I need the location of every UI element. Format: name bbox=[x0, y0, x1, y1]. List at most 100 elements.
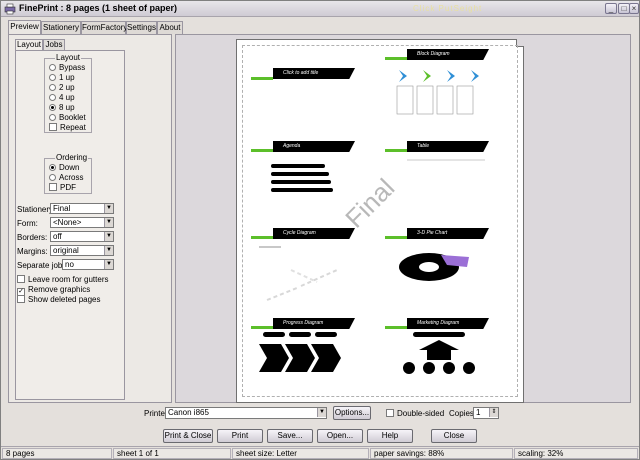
printer-select[interactable]: Canon i865 ▼ bbox=[165, 407, 327, 419]
checkbox-repeat[interactable]: Repeat bbox=[49, 123, 86, 132]
checkbox-gutters-label: Leave room for gutters bbox=[28, 275, 109, 284]
radio-indicator[interactable] bbox=[49, 84, 56, 91]
paper-preview[interactable]: Click to add title Agenda Cycle Diagram … bbox=[236, 39, 524, 403]
settings-panel: Layout Jobs Layout Bypass 1 up 2 up 4 up… bbox=[8, 34, 172, 403]
slide-accent-bar bbox=[251, 77, 273, 80]
open-button[interactable]: Open... bbox=[317, 429, 363, 443]
preview-area[interactable]: Click to add title Agenda Cycle Diagram … bbox=[175, 34, 631, 403]
stationery-select[interactable]: Final ▼ bbox=[50, 203, 114, 214]
radio-down[interactable]: Down bbox=[49, 163, 79, 172]
checkbox-pdf[interactable]: PDF bbox=[49, 183, 76, 192]
borders-select[interactable]: off ▼ bbox=[50, 231, 114, 242]
tab-stationery[interactable]: Stationery bbox=[41, 21, 81, 34]
dropdown-arrow-icon[interactable]: ▼ bbox=[104, 218, 113, 227]
table-graphic bbox=[407, 159, 485, 161]
radio-indicator[interactable] bbox=[49, 64, 56, 71]
radio-indicator[interactable] bbox=[49, 94, 56, 101]
tab-settings[interactable]: Settings bbox=[126, 21, 157, 34]
spinner-arrows-icon[interactable]: ⇕ bbox=[489, 408, 498, 417]
tab-formfactory[interactable]: FormFactory bbox=[81, 21, 127, 34]
ordering-group-label: Ordering bbox=[55, 153, 89, 162]
slide-accent-bar bbox=[251, 236, 273, 239]
radio-indicator[interactable] bbox=[49, 114, 56, 121]
checkbox-box[interactable] bbox=[49, 123, 57, 131]
copies-spinner[interactable]: 1 ⇕ bbox=[473, 407, 499, 419]
checkbox-box[interactable] bbox=[386, 409, 394, 417]
print-button[interactable]: Print bbox=[217, 429, 263, 443]
tab-layout[interactable]: Layout bbox=[15, 39, 43, 50]
checkbox-box[interactable] bbox=[49, 183, 57, 191]
options-button[interactable]: Options... bbox=[333, 406, 371, 420]
help-button[interactable]: Help bbox=[367, 429, 413, 443]
radio-1up-label: 1 up bbox=[59, 73, 75, 82]
print-close-button[interactable]: Print & Close bbox=[163, 429, 213, 443]
dropdown-arrow-icon[interactable]: ▼ bbox=[104, 232, 113, 241]
title-bar[interactable]: FinePrint : 8 pages (1 sheet of paper) C… bbox=[1, 1, 639, 17]
separate-jobs-label: Separate jobs: bbox=[17, 261, 69, 270]
radio-4up[interactable]: 4 up bbox=[49, 93, 75, 102]
radio-bypass[interactable]: Bypass bbox=[49, 63, 85, 72]
copies-value[interactable]: 1 bbox=[476, 408, 480, 417]
checkbox-double-sided[interactable]: Double-sided bbox=[386, 409, 444, 418]
borders-value: off bbox=[53, 232, 62, 241]
radio-4up-label: 4 up bbox=[59, 93, 75, 102]
checkbox-gutters[interactable]: Leave room for gutters bbox=[17, 275, 108, 284]
printer-app-icon[interactable] bbox=[4, 3, 16, 15]
minimize-button[interactable]: _ bbox=[605, 3, 617, 14]
checkbox-deleted-pages-label: Show deleted pages bbox=[28, 295, 101, 304]
form-label: Form: bbox=[17, 219, 38, 228]
separate-jobs-value: no bbox=[65, 260, 74, 269]
separate-jobs-select[interactable]: no ▼ bbox=[62, 259, 114, 270]
radio-indicator-selected[interactable] bbox=[49, 104, 56, 111]
printer-value: Canon i865 bbox=[168, 408, 209, 417]
slide-title-5: Block Diagram bbox=[407, 49, 489, 60]
save-button[interactable]: Save... bbox=[267, 429, 313, 443]
cycle-diagram-graphic bbox=[259, 246, 338, 301]
close-button[interactable]: Close bbox=[431, 429, 477, 443]
radio-booklet[interactable]: Booklet bbox=[49, 113, 86, 122]
margins-select[interactable]: original ▼ bbox=[50, 245, 114, 256]
dropdown-arrow-icon[interactable]: ▼ bbox=[104, 260, 113, 269]
pie-chart-graphic bbox=[399, 253, 469, 281]
slide-title-3: Cycle Diagram bbox=[273, 228, 355, 239]
status-scaling: scaling: 32% bbox=[514, 448, 638, 459]
progress-diagram-graphic bbox=[259, 332, 341, 372]
dropdown-arrow-icon[interactable]: ▼ bbox=[317, 408, 326, 417]
status-bar: 8 pages sheet 1 of 1 sheet size: Letter … bbox=[1, 446, 639, 459]
close-window-button[interactable]: × bbox=[629, 3, 639, 14]
radio-indicator[interactable] bbox=[49, 74, 56, 81]
form-value: <None> bbox=[53, 218, 82, 227]
radio-2up-label: 2 up bbox=[59, 83, 75, 92]
slide-title-2: Agenda bbox=[273, 141, 355, 152]
dropdown-arrow-icon[interactable]: ▼ bbox=[104, 204, 113, 213]
dropdown-arrow-icon[interactable]: ▼ bbox=[104, 246, 113, 255]
status-sheet-size: sheet size: Letter bbox=[232, 448, 369, 459]
checkbox-box[interactable] bbox=[17, 295, 25, 303]
radio-2up[interactable]: 2 up bbox=[49, 83, 75, 92]
radio-across[interactable]: Across bbox=[49, 173, 83, 182]
checkbox-deleted-pages[interactable]: Show deleted pages bbox=[17, 295, 101, 304]
tab-jobs[interactable]: Jobs bbox=[43, 39, 65, 50]
layout-group-label: Layout bbox=[55, 53, 82, 62]
stationery-value: Final bbox=[53, 204, 71, 213]
form-select[interactable]: <None> ▼ bbox=[50, 217, 114, 228]
slide-accent-bar bbox=[251, 326, 273, 329]
radio-indicator-selected[interactable] bbox=[49, 164, 56, 171]
layout-subpanel: Layout Bypass 1 up 2 up 4 up 8 up Bookle… bbox=[15, 50, 125, 400]
tab-about[interactable]: About bbox=[157, 21, 183, 34]
ordering-group: Ordering Down Across PDF bbox=[44, 153, 92, 194]
slide-title-4: Progress Diagram bbox=[273, 318, 355, 329]
slide-accent-bar bbox=[385, 149, 407, 152]
agenda-list-graphic bbox=[271, 164, 333, 192]
margins-value: original bbox=[53, 246, 79, 255]
tab-preview[interactable]: Preview bbox=[8, 20, 41, 34]
radio-8up[interactable]: 8 up bbox=[49, 103, 75, 112]
radio-bypass-label: Bypass bbox=[59, 63, 86, 72]
radio-1up[interactable]: 1 up bbox=[49, 73, 75, 82]
checkbox-remove-graphics-label: Remove graphics bbox=[28, 285, 91, 294]
slide-accent-bar bbox=[385, 326, 407, 329]
radio-indicator[interactable] bbox=[49, 174, 56, 181]
slide-accent-bar bbox=[385, 236, 407, 239]
checkbox-box[interactable] bbox=[17, 275, 25, 283]
radio-8up-label: 8 up bbox=[59, 103, 75, 112]
